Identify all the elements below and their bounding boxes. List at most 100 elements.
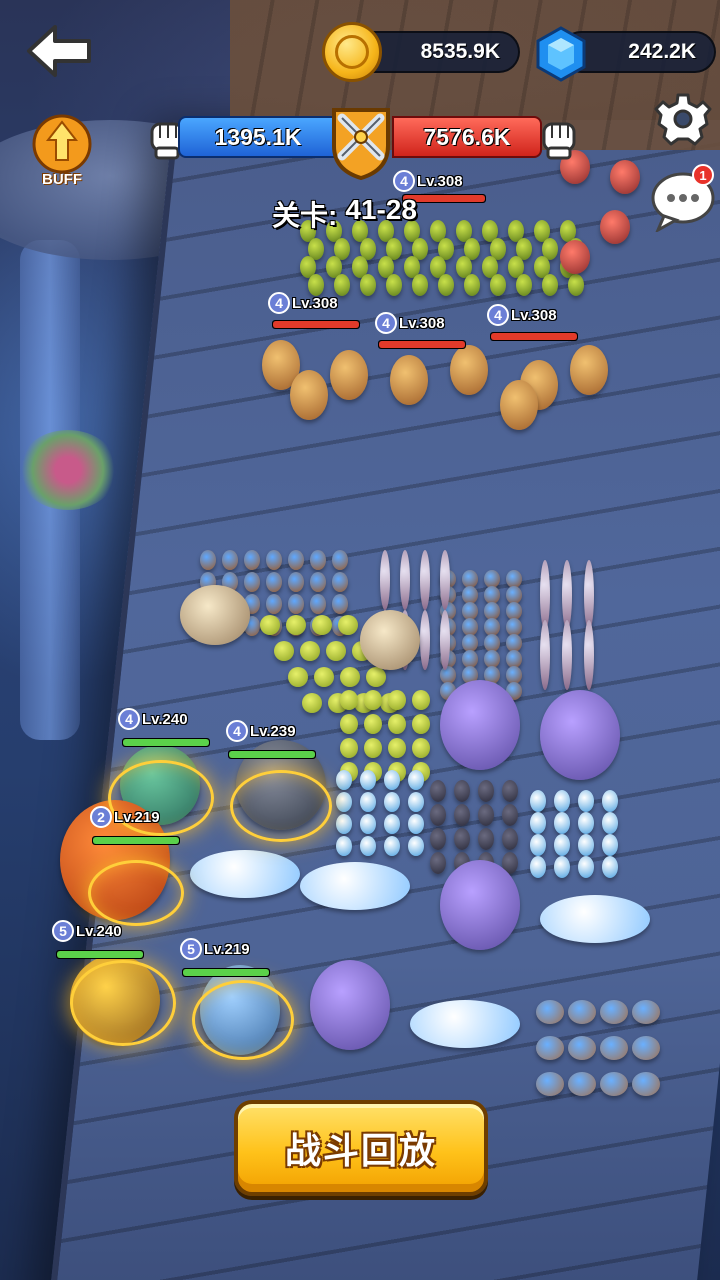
army-unit [400,550,410,610]
army-unit [360,770,376,790]
army-unit [360,274,376,296]
back-button[interactable] [22,16,98,86]
buff-button[interactable]: BUFF [28,112,96,190]
army-unit [536,1000,564,1024]
stage-value: 41-28 [345,194,417,225]
army-unit [380,550,390,610]
army-unit [244,572,260,592]
army-unit [632,1036,660,1060]
hero-level: Lv.219 [114,808,160,826]
army-unit [578,856,594,878]
ally-hero-tag: 5 Lv.240 [52,920,122,942]
army-unit [332,550,348,570]
army-unit [408,836,424,856]
hero-level: Lv.219 [204,940,250,958]
army-unit [286,615,306,635]
enemy-hero-tag: 4 Lv.308 [393,170,463,192]
army-unit [412,714,430,734]
army-unit [440,610,450,670]
army-unit [364,690,382,710]
army-unit [454,804,470,826]
hero-level: Lv.308 [511,306,557,324]
ally-hp-bar [228,750,316,759]
army-unit [364,738,382,758]
enemy-hp-bar [490,332,578,341]
army-unit [360,814,376,834]
army-unit [568,1072,596,1096]
army-unit [366,667,386,687]
army-unit [632,1000,660,1024]
army-unit [530,812,546,834]
army-unit [568,274,584,296]
army-unit [408,814,424,834]
army-unit [408,792,424,812]
army-unit [454,780,470,802]
enemy-hp-bar [378,340,466,349]
ally-hero-tag: 5 Lv.219 [180,938,250,960]
ally-power-bar: 1395.1K [178,116,338,158]
army-unit [244,550,260,570]
army-unit [478,780,494,802]
army-unit [302,693,322,713]
ally-hp-bar [92,836,180,845]
army-unit [360,836,376,856]
hero-level: Lv.308 [417,172,463,190]
army-unit [502,804,518,826]
army-unit [600,1072,628,1096]
army-unit [390,355,428,405]
army-unit [540,895,650,943]
army-unit [430,804,446,826]
army-unit [290,370,328,420]
star-rank-icon: 4 [487,304,509,326]
army-unit [542,274,558,296]
hero-halo [230,770,332,842]
army-unit [412,690,430,710]
ally-hp-bar [122,738,210,747]
army-unit [430,852,446,874]
army-unit [600,1000,628,1024]
army-unit [554,834,570,856]
army-unit [500,380,538,430]
ally-hero-tag: 4 Lv.239 [226,720,296,742]
army-unit [300,862,410,910]
army-unit [336,836,352,856]
army-unit [502,828,518,850]
army-unit [554,856,570,878]
battle-replay-button[interactable]: 战斗回放 [234,1100,488,1196]
enemy-power-bar: 7576.6K [392,116,542,158]
army-unit [336,770,352,790]
chat-button[interactable]: 1 [650,164,716,234]
army-unit [336,814,352,834]
army-unit [602,856,618,878]
army-unit [530,834,546,856]
army-unit [330,350,368,400]
army-unit [440,550,450,610]
stage-indicator: 关卡: 41-28 [272,194,417,231]
army-unit [430,780,446,802]
army-unit [310,550,326,570]
army-unit [364,714,382,734]
army-unit [310,572,326,592]
army-unit [502,780,518,802]
ally-power-value: 1395.1K [214,123,302,150]
enemy-hero-tag: 4 Lv.308 [487,304,557,326]
coin-icon [322,22,382,82]
army-unit [338,615,358,635]
gem-icon [536,26,586,82]
army-unit [440,680,520,770]
army-unit [410,1000,520,1048]
ally-hero-tag: 2 Lv.219 [90,806,160,828]
battle-replay-label: 战斗回放 [284,1130,437,1171]
army-unit [332,594,348,614]
star-rank-icon: 4 [393,170,415,192]
army-unit [420,550,430,610]
gear-icon [654,93,712,146]
army-unit [388,714,406,734]
army-unit [610,160,640,194]
army-unit [340,714,358,734]
settings-button[interactable] [654,90,712,148]
army-unit [300,641,320,661]
army-unit [516,274,532,296]
coin-amount: 8535.9K [420,40,500,63]
army-unit [568,1036,596,1060]
